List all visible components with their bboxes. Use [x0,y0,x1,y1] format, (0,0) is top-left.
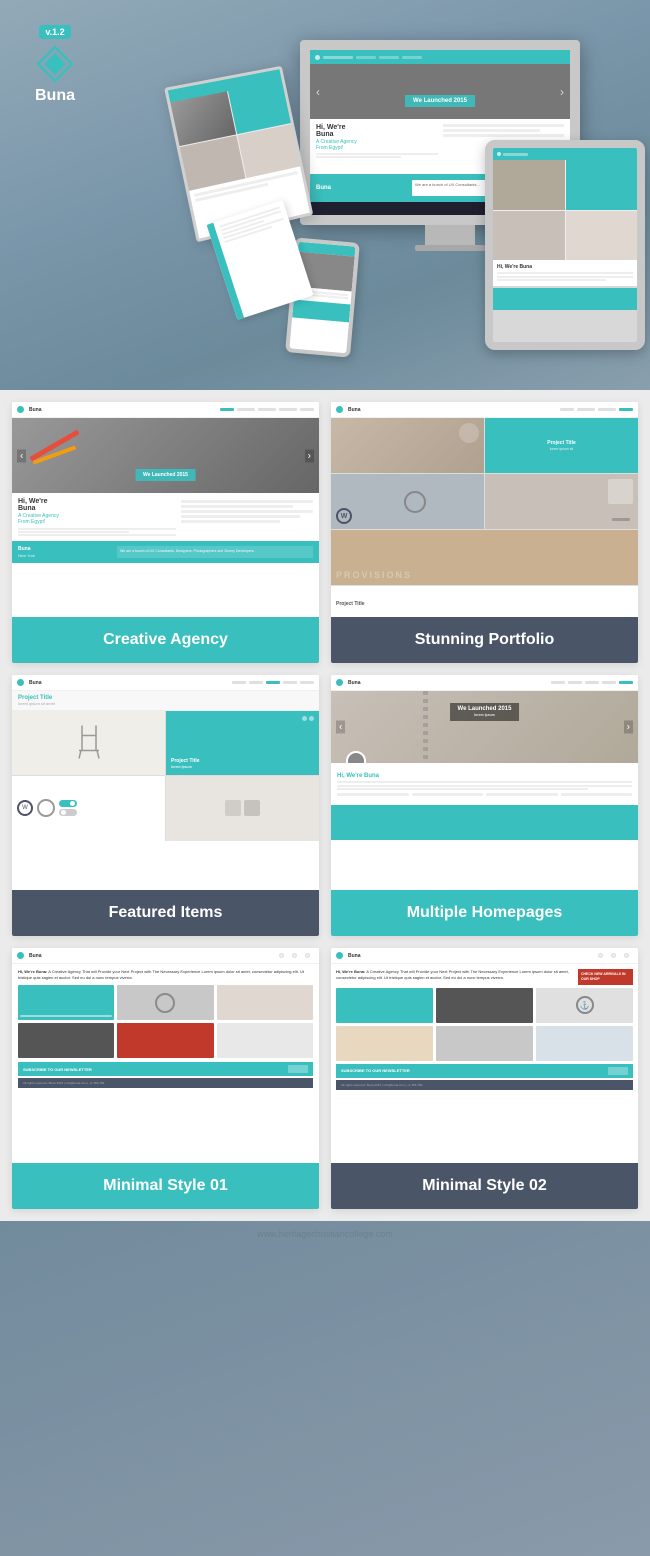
card-multiple-homepages[interactable]: Buna We Launched 2015lorem ipsum ‹ › [331,675,638,936]
card-label-stunning-portfolio: Stunning Portfolio [331,617,638,663]
card-label-featured-items: Featured Items [12,890,319,936]
watermark: www.heritagechristiancollege.com [0,1221,650,1247]
card-label-creative-agency: Creative Agency [12,617,319,663]
card-label-minimal-style-02: Minimal Style 02 [331,1163,638,1209]
card-creative-agency[interactable]: Buna We Launched 2015 ‹ › [12,402,319,663]
logo-area: v.1.2 Buna [20,25,90,105]
card-label-minimal-style-01: Minimal Style 01 [12,1163,319,1209]
main-grid: Buna We Launched 2015 ‹ › [0,390,650,1221]
card-preview-featured-items: Buna Project Title lorem ipsum sit amet [12,675,319,890]
card-preview-multiple-homepages: Buna We Launched 2015lorem ipsum ‹ › [331,675,638,890]
card-preview-minimal-01: Buna Hi, We're Buna: A Creative Agency T… [12,948,319,1163]
card-preview-creative-agency: Buna We Launched 2015 ‹ › [12,402,319,617]
card-minimal-style-01[interactable]: Buna Hi, We're Buna: A Creative Agency T… [12,948,319,1209]
logo-icon [36,45,74,83]
card-featured-items[interactable]: Buna Project Title lorem ipsum sit amet [12,675,319,936]
card-label-multiple-homepages: Multiple Homepages [331,890,638,936]
card-preview-minimal-02: Buna Hi, We're Buna: A Creative Agency T… [331,948,638,1163]
card-minimal-style-02[interactable]: Buna Hi, We're Buna: A Creative Agency T… [331,948,638,1209]
logo-text: Buna [35,87,75,105]
hero-section: v.1.2 Buna We Launched 2015 [0,0,650,390]
version-badge: v.1.2 [39,25,70,39]
card-preview-stunning-portfolio: Buna Project Titlelorem ipsum sit [331,402,638,617]
card-stunning-portfolio[interactable]: Buna Project Titlelorem ipsum sit [331,402,638,663]
hero-mockups: We Launched 2015 ‹ › Hi, We're Buna A Cr… [160,20,650,370]
tablet-mockup: Hi, We're Buna [485,140,645,350]
